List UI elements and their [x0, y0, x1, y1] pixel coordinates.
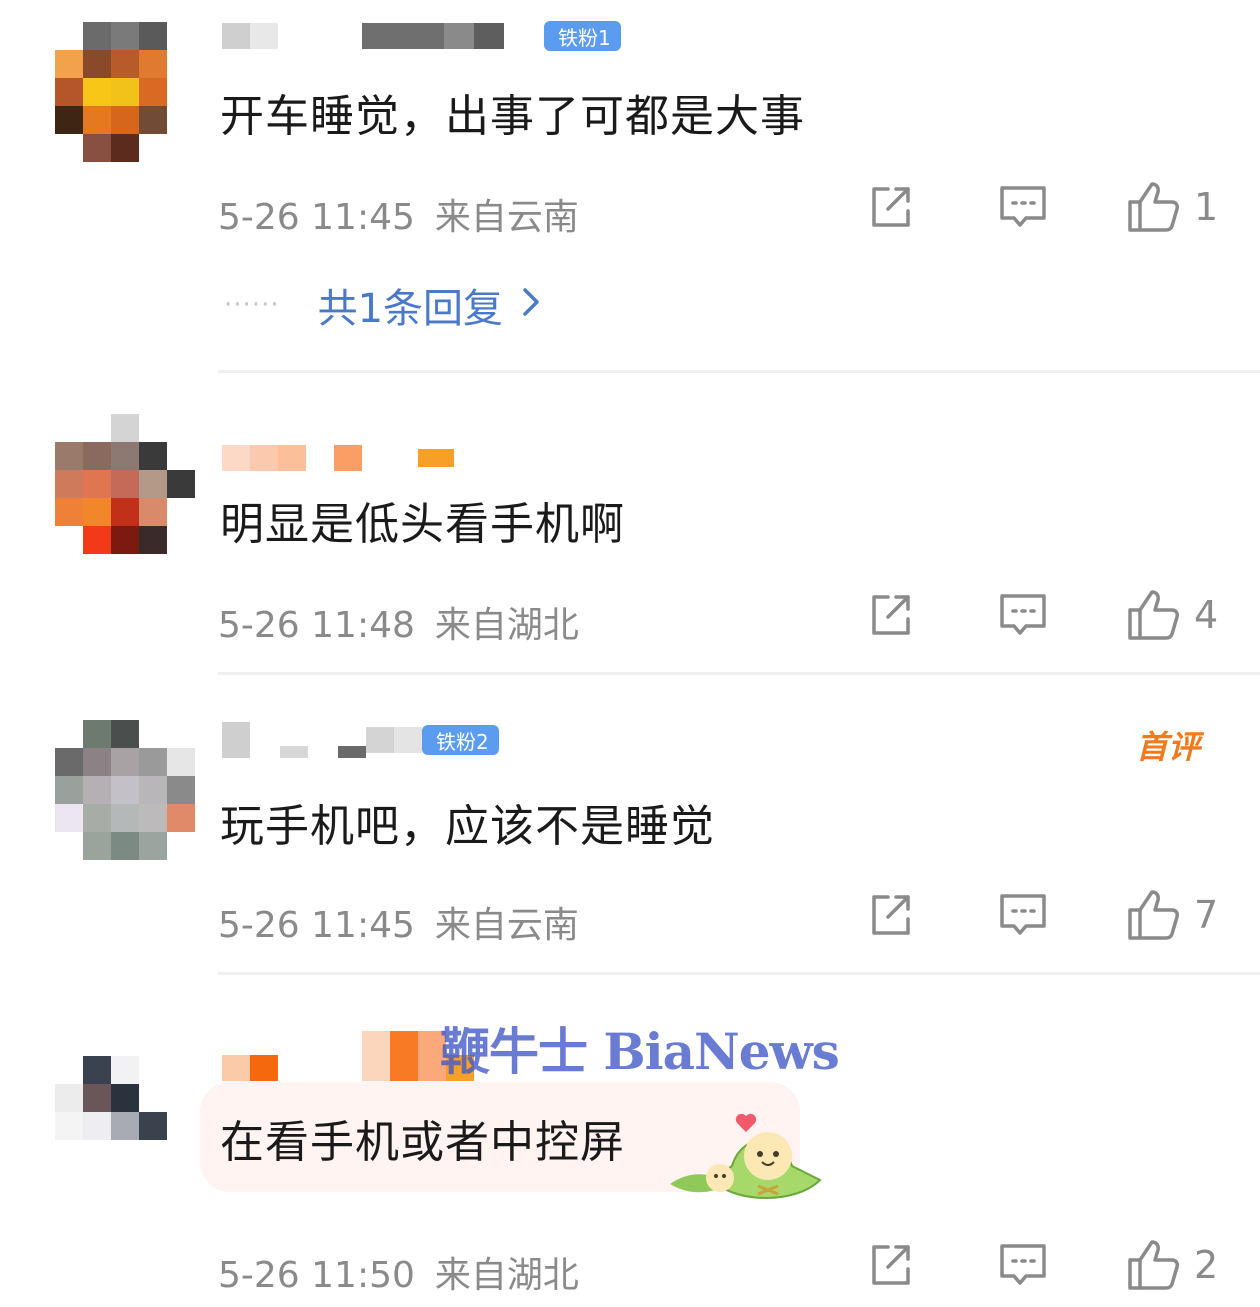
- like-count: 2: [1194, 1243, 1219, 1287]
- username[interactable]: 铁粉1: [222, 16, 621, 56]
- share-button[interactable]: [866, 1241, 914, 1289]
- share-icon: [872, 1245, 910, 1285]
- zongzi-sticker-icon: [668, 1108, 824, 1212]
- share-button[interactable]: [866, 183, 914, 231]
- comment-actions: 1: [866, 180, 1220, 234]
- divider: [218, 672, 1260, 675]
- avatar[interactable]: [55, 720, 195, 860]
- thumbs-up-icon: [1128, 590, 1179, 640]
- comment-actions: 7: [866, 888, 1220, 942]
- comment-text: 在看手机或者中控屏: [220, 1117, 625, 1168]
- username[interactable]: 铁粉2: [222, 720, 499, 760]
- share-icon: [872, 187, 910, 227]
- avatar[interactable]: [55, 1028, 195, 1168]
- comment-text: 开车睡觉，出事了可都是大事: [220, 91, 805, 142]
- comment-meta: 5-26 11:50 来自湖北: [218, 1246, 579, 1298]
- comment-location: 来自湖北: [434, 1255, 579, 1296]
- share-button[interactable]: [866, 591, 914, 639]
- comment-time: 5-26 11:48: [218, 605, 415, 646]
- comment-actions: 4: [866, 588, 1220, 642]
- like-button[interactable]: 1: [1126, 180, 1220, 234]
- comment-text: 玩手机吧，应该不是睡觉: [220, 801, 715, 852]
- like-count: 4: [1194, 593, 1219, 637]
- replies-label: 共1条回复: [317, 286, 504, 332]
- watermark: 鞭牛士 BiaNews: [440, 1022, 840, 1081]
- like-button[interactable]: 4: [1126, 588, 1220, 642]
- comment-button[interactable]: [998, 891, 1048, 939]
- comment-icon: [1000, 186, 1046, 227]
- comment-time: 5-26 11:50: [218, 1255, 415, 1296]
- share-button[interactable]: [866, 891, 914, 939]
- fan-badge: 铁粉2: [422, 725, 499, 755]
- comment-meta: 5-26 11:48 来自湖北: [218, 596, 579, 648]
- comment-time: 5-26 11:45: [218, 905, 415, 946]
- first-comment-badge: 首评: [1135, 728, 1200, 766]
- divider: [218, 972, 1260, 975]
- comment-meta: 5-26 11:45 来自云南: [218, 188, 579, 240]
- chevron-right-icon: [521, 282, 541, 328]
- thumbs-up-icon: [1128, 182, 1179, 232]
- share-icon: [872, 895, 910, 935]
- divider: [218, 370, 1260, 373]
- like-count: 1: [1194, 185, 1219, 229]
- like-count: 7: [1194, 893, 1219, 937]
- like-button[interactable]: 7: [1126, 888, 1220, 942]
- comment-time: 5-26 11:45: [218, 197, 415, 238]
- avatar[interactable]: [55, 22, 195, 162]
- fan-badge: 铁粉1: [544, 21, 621, 51]
- share-icon: [872, 595, 910, 635]
- comment-location: 来自湖北: [434, 605, 579, 646]
- comment-button[interactable]: [998, 1241, 1048, 1289]
- comment-meta: 5-26 11:45 来自云南: [218, 896, 579, 948]
- comment-button[interactable]: [998, 183, 1048, 231]
- like-button[interactable]: 2: [1126, 1238, 1220, 1292]
- avatar[interactable]: [55, 414, 195, 554]
- comment-button[interactable]: [998, 591, 1048, 639]
- username[interactable]: [222, 438, 454, 478]
- replies-dots: ······: [224, 290, 280, 320]
- comment-icon: [1000, 894, 1046, 935]
- comment-location: 来自云南: [434, 197, 579, 238]
- comment-actions: 2: [866, 1238, 1220, 1292]
- comment-icon: [1000, 1244, 1046, 1285]
- comment-text: 明显是低头看手机啊: [220, 499, 625, 550]
- comment-location: 来自云南: [434, 905, 579, 946]
- thumbs-up-icon: [1128, 890, 1179, 940]
- view-replies-link[interactable]: ······ 共1条回复: [224, 276, 541, 334]
- comment-icon: [1000, 594, 1046, 635]
- thumbs-up-icon: [1128, 1240, 1179, 1290]
